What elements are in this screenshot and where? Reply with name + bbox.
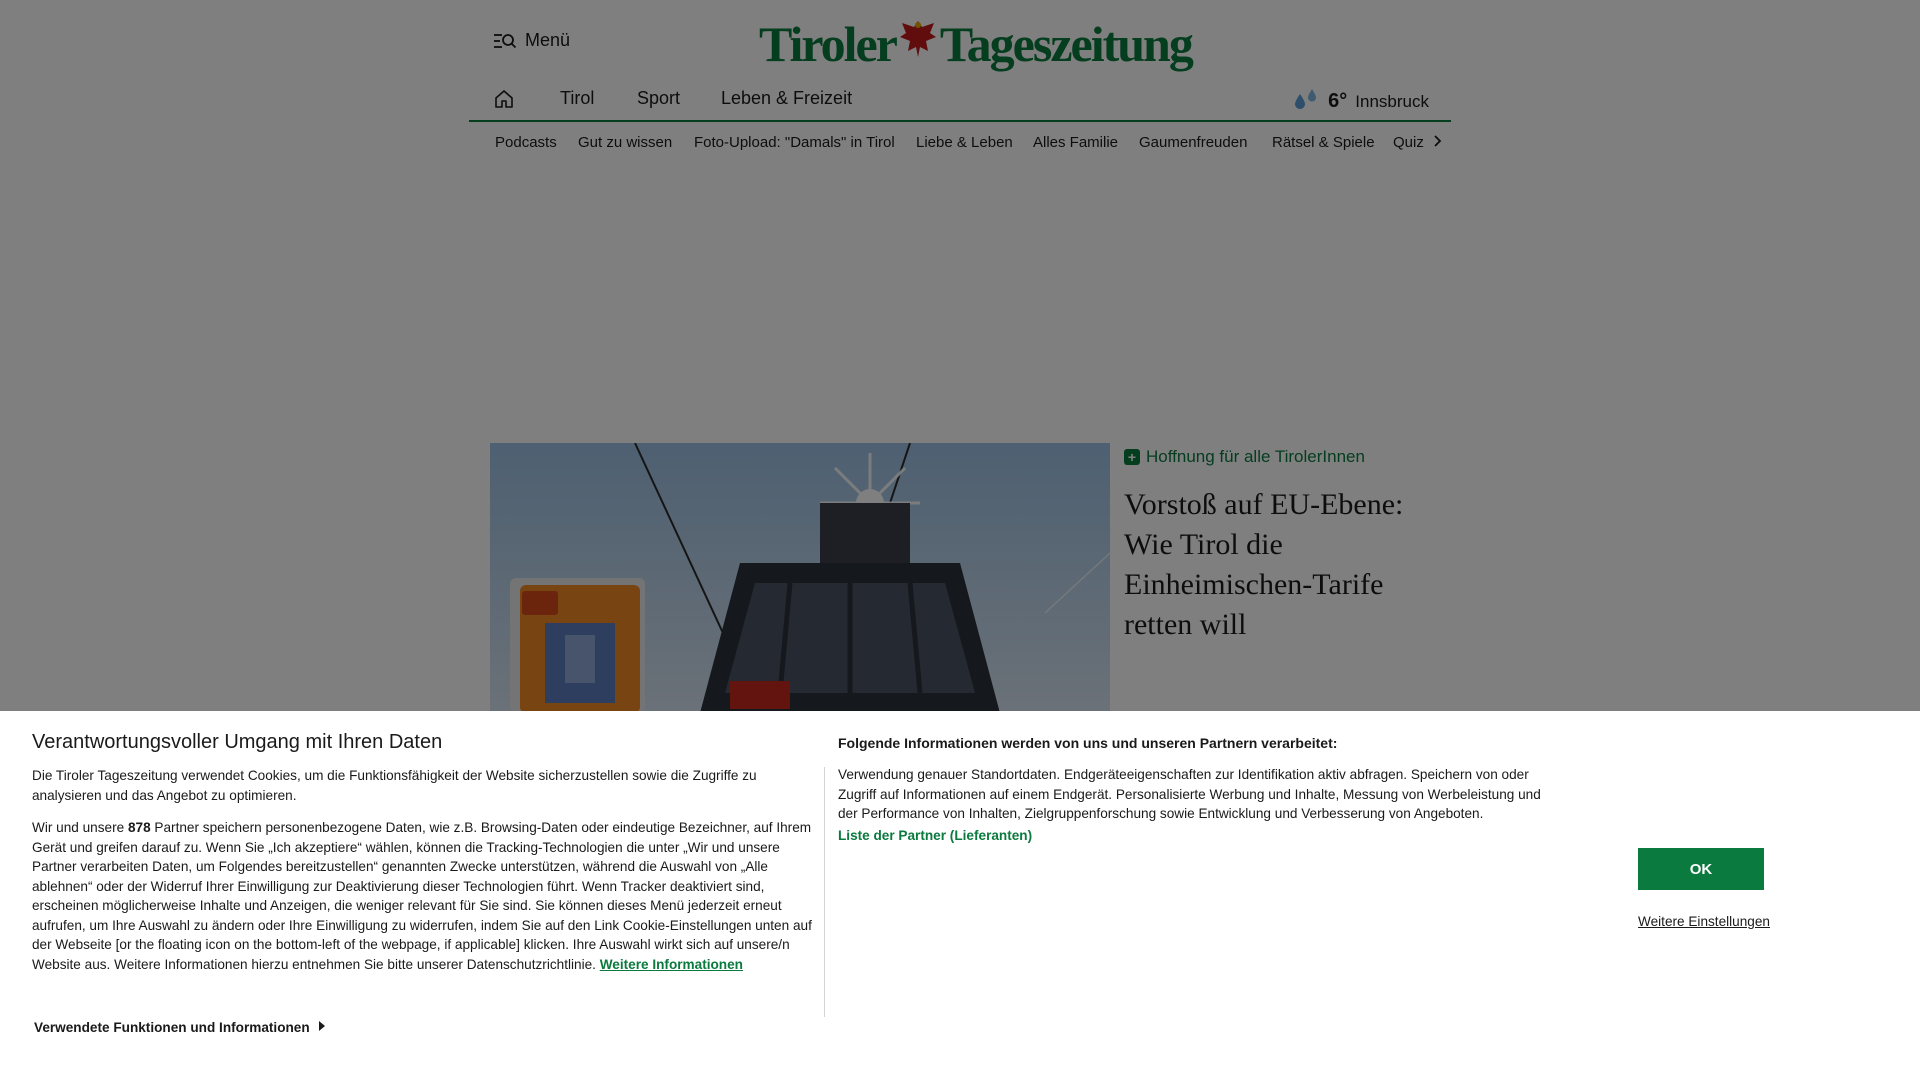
consent-divider <box>824 767 825 1017</box>
consent-paragraph-2: Wir und unsere 878 Partner speichern per… <box>32 820 812 972</box>
page: Menü Tiroler Tageszeitung <box>0 0 1920 1080</box>
consent-description: Die Tiroler Tageszeitung verwendet Cooki… <box>32 766 812 987</box>
more-settings-link[interactable]: Weitere Einstellungen <box>1638 914 1770 929</box>
partners-list-link[interactable]: Liste der Partner (Lieferanten) <box>838 828 1032 843</box>
more-info-link[interactable]: Weitere Informationen <box>600 957 743 972</box>
partner-count: 878 <box>127 820 151 835</box>
consent-paragraph-1: Die Tiroler Tageszeitung verwendet Cooki… <box>32 768 757 803</box>
cookie-consent-banner: Verantwortungsvoller Umgang mit Ihren Da… <box>0 711 1920 1080</box>
used-functions-label: Verwendete Funktionen und Informationen <box>34 1020 310 1035</box>
consent-processing-text: Verwendung genauer Standortdaten. Endger… <box>838 767 1541 821</box>
consent-title: Verantwortungsvoller Umgang mit Ihren Da… <box>32 731 443 753</box>
used-functions-toggle[interactable]: Verwendete Funktionen und Informationen <box>34 1020 326 1035</box>
caret-right-icon <box>318 1020 326 1035</box>
ok-button[interactable]: OK <box>1638 848 1764 890</box>
consent-processing-title: Folgende Informationen werden von uns un… <box>838 735 1338 751</box>
